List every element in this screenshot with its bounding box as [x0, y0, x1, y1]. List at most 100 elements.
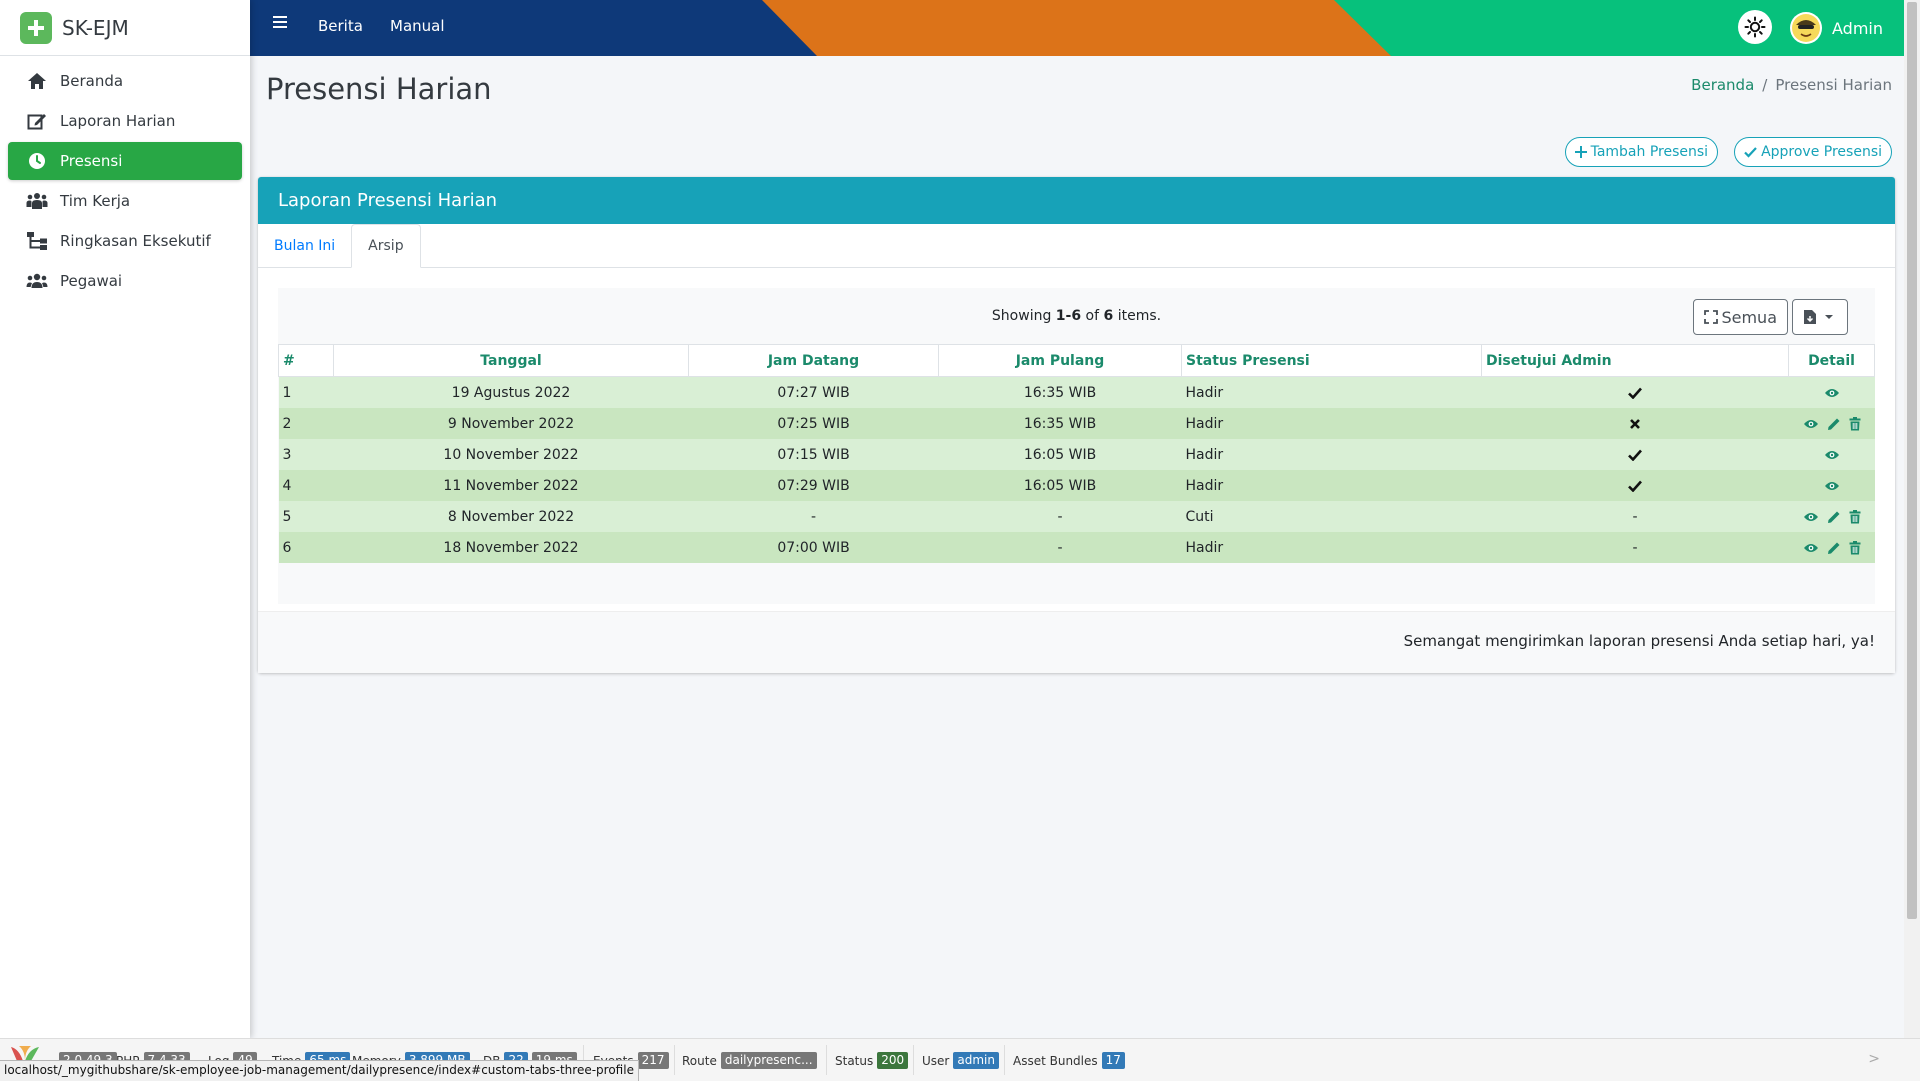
debug-events-badge: 217 [637, 1052, 669, 1069]
file-export-icon [1804, 310, 1816, 324]
check-icon [1486, 449, 1785, 461]
debug-status[interactable]: Status 200 [835, 1052, 909, 1069]
sidebar-item-ringkasan-eksekutif[interactable]: Ringkasan Eksekutif [8, 222, 242, 260]
tanggal-cell: 9 November 2022 [333, 408, 689, 439]
theme-toggle-button[interactable] [1738, 10, 1772, 44]
edit-icon[interactable] [1827, 541, 1841, 555]
debug-route-label: Route [682, 1053, 717, 1068]
row-actions [1793, 449, 1871, 461]
sidebar-item-pegawai[interactable]: Pegawai [8, 262, 242, 300]
hamburger-menu-icon[interactable] [272, 14, 292, 34]
summary-prefix: Showing [991, 308, 1056, 324]
view-icon[interactable] [1803, 418, 1819, 430]
debug-collapse-icon[interactable]: > [1868, 1051, 1880, 1067]
nav-link-berita[interactable]: Berita [318, 17, 363, 35]
row-number-cell: 1 [278, 376, 334, 408]
status-cell: Hadir [1181, 439, 1482, 470]
user-menu[interactable]: Admin [1790, 9, 1883, 47]
delete-icon[interactable] [1849, 509, 1861, 524]
table-row: 58 November 2022- - Cuti - [278, 501, 1875, 532]
expand-icon [1704, 310, 1719, 324]
table-row: 4 11 November 2022 07:29 WIB 16:05 WIB Hadir [278, 470, 1875, 501]
brand-name: SK-EJM [62, 15, 129, 40]
view-icon[interactable] [1824, 480, 1840, 492]
team-icon [26, 190, 48, 212]
scrollbar-thumb[interactable] [1907, 2, 1917, 919]
column-header-approved[interactable]: Disetujui Admin [1481, 344, 1789, 377]
browser-status-url: localhost/_mygithubshare/sk-employee-job… [0, 1060, 639, 1081]
table-header-row: # Tanggal Jam Datang Jam Pulang Status P… [278, 344, 1875, 377]
view-icon[interactable] [1824, 387, 1840, 399]
debug-status-badge: 200 [877, 1052, 909, 1069]
status-cell: Hadir [1181, 376, 1482, 408]
sidebar-item-beranda[interactable]: Beranda [8, 62, 242, 100]
row-actions [1793, 387, 1871, 399]
tanggal-cell: 18 November 2022 [333, 532, 689, 563]
sidebar-item-label: Pegawai [60, 272, 123, 290]
row-number-cell: 2 [278, 408, 334, 439]
debug-user[interactable]: User admin [922, 1052, 999, 1069]
vertical-scrollbar[interactable] [1904, 0, 1920, 1038]
edit-icon[interactable] [1827, 417, 1841, 431]
row-number-cell: 6 [278, 532, 334, 563]
row-number-cell: 4 [278, 470, 334, 501]
view-icon[interactable] [1803, 542, 1819, 554]
debug-divider [826, 1045, 827, 1075]
debug-asset-bundles[interactable]: Asset Bundles 17 [1013, 1052, 1125, 1069]
sidebar: SK-EJM Beranda Laporan Harian Presensi T… [0, 0, 250, 1038]
approved-cell [1481, 439, 1789, 470]
summary-total: 6 [1103, 308, 1114, 324]
view-icon[interactable] [1824, 449, 1840, 461]
show-all-button[interactable]: Semua [1693, 299, 1788, 335]
top-navbar: Berita Manual Admin [250, 0, 1904, 56]
approved-cell: - [1481, 501, 1789, 532]
debug-route[interactable]: Route dailypresenc... [682, 1052, 817, 1069]
delete-icon[interactable] [1849, 540, 1861, 555]
jam-pulang-cell: 16:35 WIB [938, 408, 1182, 439]
caret-down-icon [1825, 315, 1833, 319]
status-cell: Hadir [1181, 470, 1482, 501]
jam-datang-cell: 07:15 WIB [688, 439, 939, 470]
jam-datang-cell: 07:27 WIB [688, 376, 939, 408]
check-icon [1486, 387, 1785, 399]
debug-user-label: User [922, 1053, 950, 1068]
brand-logo-icon [20, 11, 52, 44]
sidebar-item-label: Laporan Harian [60, 112, 176, 130]
sidebar-item-presensi[interactable]: Presensi [8, 142, 242, 180]
delete-icon[interactable] [1849, 416, 1861, 431]
column-header-detail[interactable]: Detail [1788, 344, 1875, 377]
tanggal-cell: 10 November 2022 [333, 439, 689, 470]
jam-pulang-cell: 16:05 WIB [938, 439, 1182, 470]
column-header-status[interactable]: Status Presensi [1181, 344, 1482, 377]
detail-actions-cell [1788, 501, 1875, 532]
avatar [1790, 12, 1822, 44]
brand[interactable]: SK-EJM [0, 0, 250, 56]
breadcrumb-home-link[interactable]: Beranda [1691, 76, 1754, 94]
show-all-label: Semua [1721, 307, 1777, 327]
approve-presence-button[interactable]: Approve Presensi [1734, 137, 1892, 167]
column-header-jam-pulang[interactable]: Jam Pulang [938, 344, 1182, 377]
debug-route-badge: dailypresenc... [720, 1052, 817, 1069]
approved-cell [1481, 376, 1789, 408]
edit-icon[interactable] [1827, 510, 1841, 524]
add-presence-button[interactable]: Tambah Presensi [1564, 137, 1719, 167]
jam-datang-cell: 07:29 WIB [688, 470, 939, 501]
sidebar-item-label: Presensi [60, 152, 123, 170]
column-header-jam-datang[interactable]: Jam Datang [688, 344, 939, 377]
sidebar-item-label: Tim Kerja [60, 192, 131, 210]
sidebar-nav: Beranda Laporan Harian Presensi Tim Kerj… [0, 56, 250, 308]
table-row: 6 18 November 2022 07:00 WIB - Hadir - [278, 532, 1875, 563]
page-title: Presensi Harian [266, 72, 492, 106]
breadcrumb-current: Presensi Harian [1775, 76, 1892, 94]
column-header-tanggal[interactable]: Tanggal [333, 344, 689, 377]
view-icon[interactable] [1803, 511, 1819, 523]
grid-toolbar: Semua [1693, 299, 1848, 335]
tab-bulan-ini[interactable]: Bulan Ini [258, 224, 351, 267]
export-button[interactable] [1792, 299, 1848, 335]
nav-link-manual[interactable]: Manual [390, 17, 445, 35]
column-header-number[interactable]: # [278, 344, 334, 377]
tab-arsip[interactable]: Arsip [351, 224, 421, 268]
sidebar-item-laporan-harian[interactable]: Laporan Harian [8, 102, 242, 140]
sidebar-item-tim-kerja[interactable]: Tim Kerja [8, 182, 242, 220]
check-icon [1744, 147, 1757, 158]
